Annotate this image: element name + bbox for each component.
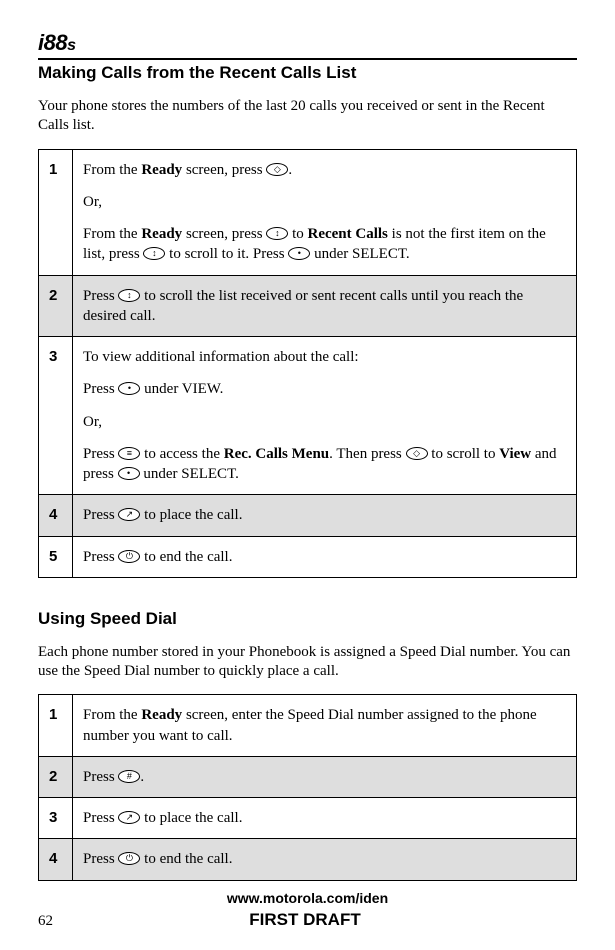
step-number: 3 xyxy=(39,798,73,839)
table-row: 1 From the Ready screen, press ◇. Or, Fr… xyxy=(39,149,577,275)
nav-icon: ◇ xyxy=(406,447,428,460)
speed-dial-steps-table: 1 From the Ready screen, enter the Speed… xyxy=(38,694,577,880)
recent-calls-steps-table: 1 From the Ready screen, press ◇. Or, Fr… xyxy=(38,149,577,578)
end-icon: ⏻ xyxy=(118,852,140,865)
section1-intro: Your phone stores the numbers of the las… xyxy=(38,97,577,135)
section2-intro: Each phone number stored in your Phonebo… xyxy=(38,643,577,681)
table-row: 3 Press ↗ to place the call. xyxy=(39,798,577,839)
nav-icon: ◇ xyxy=(266,163,288,176)
step-number: 1 xyxy=(39,149,73,275)
table-row: 4 Press ⏻ to end the call. xyxy=(39,839,577,880)
step-number: 3 xyxy=(39,337,73,495)
table-row: 3 To view additional information about t… xyxy=(39,337,577,495)
step-number: 4 xyxy=(39,839,73,880)
section-title-speed-dial: Using Speed Dial xyxy=(38,606,577,629)
draft-label: FIRST DRAFT xyxy=(249,910,360,930)
scroll-icon: ↕ xyxy=(266,227,288,240)
dot-icon: • xyxy=(288,247,310,260)
step-content: Press ⏻ to end the call. xyxy=(73,536,577,577)
call-icon: ↗ xyxy=(118,811,140,824)
step-content: Press #. xyxy=(73,756,577,797)
section-title-recent-calls: Making Calls from the Recent Calls List xyxy=(38,58,577,83)
step-content: To view additional information about the… xyxy=(73,337,577,495)
step-content: Press ↗ to place the call. xyxy=(73,495,577,536)
model-suffix: s xyxy=(67,37,75,54)
table-row: 2 Press ↕ to scroll the list received or… xyxy=(39,275,577,337)
footer-url: www.motorola.com/iden xyxy=(38,890,577,906)
step-content: Press ↗ to place the call. xyxy=(73,798,577,839)
hash-icon: # xyxy=(118,770,140,783)
dot-icon: • xyxy=(118,382,140,395)
page-footer: www.motorola.com/iden 62 FIRST DRAFT xyxy=(38,890,577,930)
model-name: i88 xyxy=(38,30,67,55)
end-icon: ⏻ xyxy=(118,550,140,563)
step-number: 2 xyxy=(39,756,73,797)
step-number: 4 xyxy=(39,495,73,536)
scroll-icon: ↕ xyxy=(143,247,165,260)
table-row: 1 From the Ready screen, enter the Speed… xyxy=(39,695,577,757)
call-icon: ↗ xyxy=(118,508,140,521)
scroll-icon: ↕ xyxy=(118,289,140,302)
dot-icon: • xyxy=(118,467,140,480)
step-number: 1 xyxy=(39,695,73,757)
table-row: 2 Press #. xyxy=(39,756,577,797)
phone-model-header: i88s xyxy=(38,30,577,56)
table-row: 5 Press ⏻ to end the call. xyxy=(39,536,577,577)
table-row: 4 Press ↗ to place the call. xyxy=(39,495,577,536)
step-number: 5 xyxy=(39,536,73,577)
step-content: From the Ready screen, enter the Speed D… xyxy=(73,695,577,757)
menu-icon: ≡ xyxy=(118,447,140,460)
step-content: From the Ready screen, press ◇. Or, From… xyxy=(73,149,577,275)
step-content: Press ↕ to scroll the list received or s… xyxy=(73,275,577,337)
step-content: Press ⏻ to end the call. xyxy=(73,839,577,880)
page-number: 62 xyxy=(38,913,53,930)
step-number: 2 xyxy=(39,275,73,337)
